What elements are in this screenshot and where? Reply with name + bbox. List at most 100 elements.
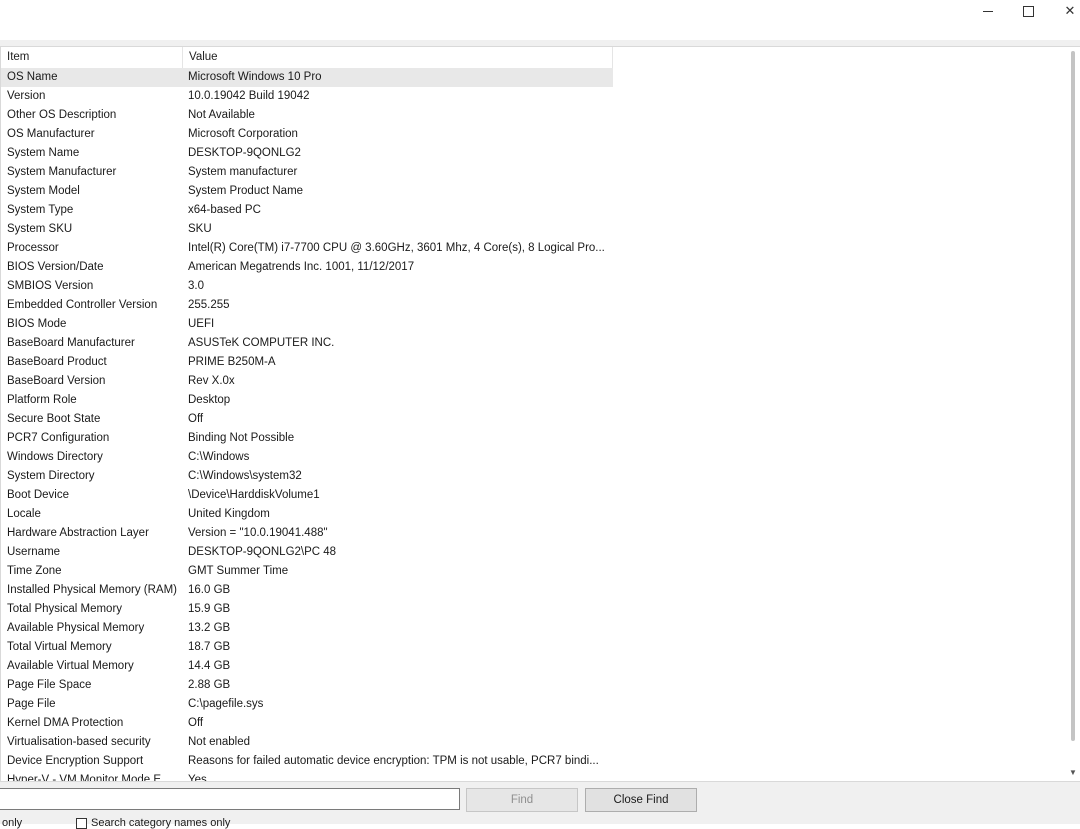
row-item-name: System Model xyxy=(7,185,80,197)
table-row[interactable]: Embedded Controller Version 255.255 xyxy=(1,296,1067,315)
table-row[interactable]: Total Virtual Memory 18.7 GB xyxy=(1,638,1067,657)
table-row[interactable]: SMBIOS Version 3.0 xyxy=(1,277,1067,296)
close-icon: ✕ xyxy=(1064,3,1076,18)
table-row[interactable]: Available Physical Memory 13.2 GB xyxy=(1,619,1067,638)
find-input[interactable] xyxy=(0,788,460,810)
row-item-value: 16.0 GB xyxy=(188,584,231,596)
column-header-value[interactable]: Value xyxy=(183,47,613,68)
table-row[interactable]: Secure Boot State Off xyxy=(1,410,1067,429)
row-item-value: Reasons for failed automatic device encr… xyxy=(188,755,599,767)
table-row[interactable]: Virtualisation-based security Not enabled xyxy=(1,733,1067,752)
minimize-button[interactable] xyxy=(966,0,1010,22)
row-item-name: System Directory xyxy=(7,470,95,482)
row-item-name: Available Physical Memory xyxy=(7,622,145,634)
row-item-name: Platform Role xyxy=(7,394,77,406)
maximize-icon xyxy=(1022,5,1034,17)
row-item-name: Embedded Controller Version xyxy=(7,299,158,311)
row-item-name: Total Physical Memory xyxy=(7,603,123,615)
row-item-name: Other OS Description xyxy=(7,109,117,121)
table-row[interactable]: OS Manufacturer Microsoft Corporation xyxy=(1,125,1067,144)
row-item-value: C:\Windows xyxy=(188,451,250,463)
row-item-value: Microsoft Windows 10 Pro xyxy=(182,68,613,87)
row-item-value: 2.88 GB xyxy=(188,679,231,691)
table-row[interactable]: BIOS Version/Date American Megatrends Inc… xyxy=(1,258,1067,277)
row-item-value: Binding Not Possible xyxy=(188,432,295,444)
row-item-name: Kernel DMA Protection xyxy=(7,717,124,729)
row-item-value: \Device\HarddiskVolume1 xyxy=(188,489,320,501)
row-item-name: System SKU xyxy=(7,223,73,235)
table-row[interactable]: Page File C:\pagefile.sys xyxy=(1,695,1067,714)
vertical-scrollbar[interactable]: ▼ xyxy=(1066,47,1080,781)
table-row[interactable]: Available Virtual Memory 14.4 GB xyxy=(1,657,1067,676)
minimize-icon xyxy=(983,10,993,12)
row-item-name: Page File Space xyxy=(7,679,92,691)
row-item-value: Not Available xyxy=(188,109,255,121)
table-row[interactable]: Installed Physical Memory (RAM) 16.0 GB xyxy=(1,581,1067,600)
table-row[interactable]: Locale United Kingdom xyxy=(1,505,1067,524)
table-row[interactable]: System Name DESKTOP-9QONLG2 xyxy=(1,144,1067,163)
table-row[interactable]: BaseBoard Product PRIME B250M-A xyxy=(1,353,1067,372)
find-button[interactable]: Find xyxy=(466,788,578,812)
row-item-name: Boot Device xyxy=(7,489,70,501)
table-row[interactable]: Other OS Description Not Available xyxy=(1,106,1067,125)
row-item-name: Total Virtual Memory xyxy=(7,641,112,653)
list-header: Item Value xyxy=(1,47,613,68)
row-item-name: System Manufacturer xyxy=(7,166,117,178)
row-item-name: OS Manufacturer xyxy=(7,128,95,140)
table-row[interactable]: System Manufacturer System manufacturer xyxy=(1,163,1067,182)
maximize-button[interactable] xyxy=(1006,0,1050,22)
column-header-item[interactable]: Item xyxy=(1,47,183,68)
scroll-down-arrow-icon[interactable]: ▼ xyxy=(1069,768,1077,777)
table-row[interactable]: Version 10.0.19042 Build 19042 xyxy=(1,87,1067,106)
table-row[interactable]: OS Name Microsoft Windows 10 Pro xyxy=(1,68,1067,87)
table-row[interactable]: BaseBoard Version Rev X.0x xyxy=(1,372,1067,391)
row-item-value: Intel(R) Core(TM) i7-7700 CPU @ 3.60GHz,… xyxy=(188,242,605,254)
find-bar: Find Close Find only Search category nam… xyxy=(0,782,1080,829)
table-row[interactable]: System SKU SKU xyxy=(1,220,1067,239)
table-row[interactable]: System Directory C:\Windows\system32 xyxy=(1,467,1067,486)
table-row[interactable]: BIOS Mode UEFI xyxy=(1,315,1067,334)
row-item-name: Windows Directory xyxy=(7,451,103,463)
table-row[interactable]: Username DESKTOP-9QONLG2\PC 48 xyxy=(1,543,1067,562)
scrollbar-thumb[interactable] xyxy=(1071,51,1075,741)
table-row[interactable]: Boot Device \Device\HarddiskVolume1 xyxy=(1,486,1067,505)
table-row[interactable]: System Model System Product Name xyxy=(1,182,1067,201)
row-item-value: Microsoft Corporation xyxy=(188,128,298,140)
row-item-value: United Kingdom xyxy=(188,508,270,520)
row-item-value: ASUSTeK COMPUTER INC. xyxy=(188,337,335,349)
close-find-button[interactable]: Close Find xyxy=(585,788,697,812)
system-summary-list[interactable]: Item Value OS Name Microsoft Windows 10 P… xyxy=(0,46,1080,782)
table-row[interactable]: Windows Directory C:\Windows xyxy=(1,448,1067,467)
table-row[interactable]: Total Physical Memory 15.9 GB xyxy=(1,600,1067,619)
table-row[interactable]: Kernel DMA Protection Off xyxy=(1,714,1067,733)
table-row[interactable]: Processor Intel(R) Core(TM) i7-7700 CPU @… xyxy=(1,239,1067,258)
table-row[interactable]: System Type x64-based PC xyxy=(1,201,1067,220)
row-item-value: Desktop xyxy=(188,394,231,406)
list-rows: OS Name Microsoft Windows 10 Pro Version 10… xyxy=(1,68,1067,782)
table-row[interactable]: Hyper-V - VM Monitor Mode E... Yes xyxy=(1,771,1067,782)
row-item-name: Secure Boot State xyxy=(7,413,101,425)
table-row[interactable]: Time Zone GMT Summer Time xyxy=(1,562,1067,581)
row-item-value: C:\Windows\system32 xyxy=(188,470,302,482)
row-item-value: DESKTOP-9QONLG2\PC 48 xyxy=(188,546,337,558)
row-item-name: Time Zone xyxy=(7,565,62,577)
title-bar: ✕ xyxy=(0,0,1080,40)
row-item-value: Off xyxy=(188,717,204,729)
row-item-value: 14.4 GB xyxy=(188,660,231,672)
close-button[interactable]: ✕ xyxy=(1048,0,1080,22)
row-item-value: American Megatrends Inc. 1001, 11/12/201… xyxy=(188,261,415,273)
row-item-name: Hyper-V - VM Monitor Mode E... xyxy=(7,774,171,782)
row-item-value: Rev X.0x xyxy=(188,375,235,387)
table-row[interactable]: PCR7 Configuration Binding Not Possible xyxy=(1,429,1067,448)
row-item-value: C:\pagefile.sys xyxy=(188,698,264,710)
table-row[interactable]: Page File Space 2.88 GB xyxy=(1,676,1067,695)
row-item-value: Not enabled xyxy=(188,736,251,748)
table-row[interactable]: Device Encryption Support Reasons for fai… xyxy=(1,752,1067,771)
row-item-value: x64-based PC xyxy=(188,204,261,216)
row-item-value: System Product Name xyxy=(188,185,304,197)
row-item-name: BIOS Mode xyxy=(7,318,67,330)
table-row[interactable]: Hardware Abstraction Layer Version = "10.… xyxy=(1,524,1067,543)
row-item-name: System Name xyxy=(7,147,80,159)
table-row[interactable]: BaseBoard Manufacturer ASUSTeK COMPUTER I… xyxy=(1,334,1067,353)
table-row[interactable]: Platform Role Desktop xyxy=(1,391,1067,410)
